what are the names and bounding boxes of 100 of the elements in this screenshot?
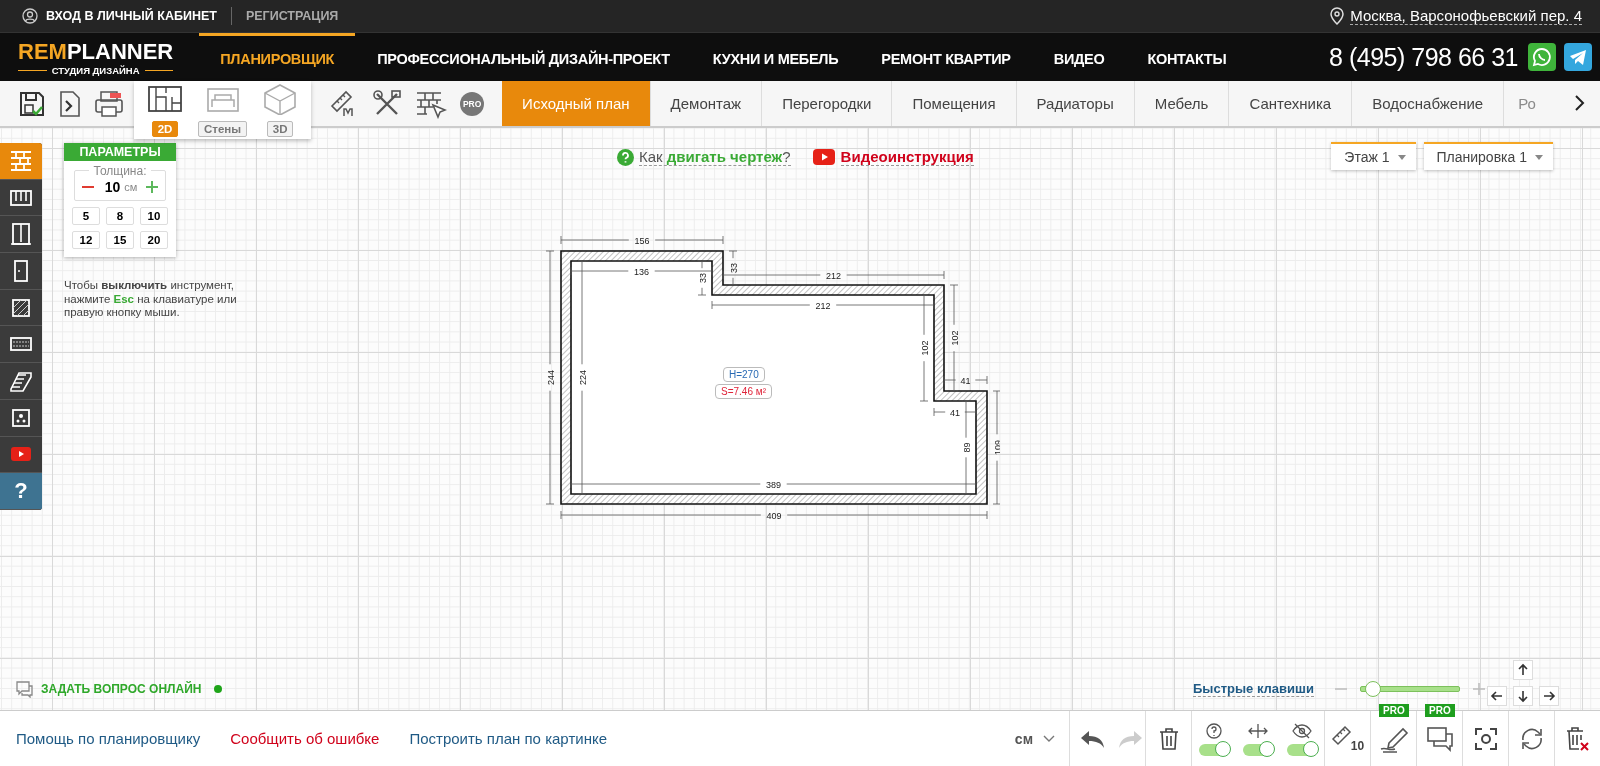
unit-label: см [124,181,138,193]
tool-button[interactable] [0,363,42,400]
window-icon [9,222,33,247]
panel-title: ПАРАМЕТРЫ [64,143,176,161]
dimension-label: 409 [766,510,782,521]
pro-badge: PRO [1425,704,1455,717]
document-arrow-button[interactable] [59,89,81,118]
stage-tab[interactable]: Радиаторы [1016,81,1135,126]
logo-tagline: СТУДИЯ ДИЗАЙНА [18,65,174,76]
pro-badge[interactable]: PRO [460,91,485,116]
zoom-slider[interactable] [1359,681,1460,697]
logo-wordmark[interactable]: REMPLANNER [18,38,174,65]
nav-link[interactable]: РЕМОНТ КВАРТИР [860,33,1032,81]
dimension-label: 244 [545,370,556,385]
preset-button[interactable]: 12 [72,231,100,249]
chat-icon [14,680,34,698]
blueprint-icon [146,83,184,115]
nav-link[interactable]: ПРОФЕССИОНАЛЬНЫЙ ДИЗАЙН-ПРОЕКТ [356,33,691,81]
preset-button[interactable]: 15 [106,231,134,249]
eye-crossed-icon [1291,721,1313,740]
floor-dropdown[interactable]: Планировка 1 [1423,142,1553,170]
slider-thumb[interactable] [1364,681,1381,697]
units-dropdown[interactable]: см [1014,711,1069,766]
dimension-label: 89 [961,442,972,453]
preset-button[interactable]: 10 [140,207,168,225]
telegram-icon[interactable] [1564,43,1592,71]
pro-badge: PRO [1379,704,1409,717]
footer-link[interactable]: Построить план по картинке [409,730,607,747]
view-mode-tab[interactable]: 3D [266,121,294,137]
dimension-label: 102 [949,330,960,346]
nav-link[interactable]: ВИДЕО [1032,33,1126,81]
dimension-label: 33 [728,263,739,273]
preset-button[interactable]: 20 [140,231,168,249]
arrow-left-icon[interactable] [1490,689,1504,703]
tool-button[interactable] [0,253,42,290]
instruction-text: Чтобы выключить инструмент, нажмите Esc на клавиатуре или правую кнопку мыши. [64,279,238,320]
tool-button[interactable] [0,399,42,437]
user-icon [22,8,38,24]
dimension-label: 41 [960,375,971,386]
toggle-switch[interactable] [1243,743,1273,756]
footer-link[interactable]: Помощь по планировщику [16,730,201,747]
arrow-right-icon[interactable] [1542,689,1556,703]
dimension-label: 156 [634,235,650,246]
dimension-label: 102 [919,340,930,356]
preset-button[interactable]: 8 [106,207,134,225]
address-link[interactable]: Москва, Варсонофьевский пер. 4 [1350,7,1582,25]
tool-button[interactable]: ? [0,473,42,510]
thickness-value[interactable]: 10 [104,179,121,195]
footer-link[interactable]: Сообщить об ошибке [230,730,380,747]
chevron-right-icon[interactable] [1574,94,1586,112]
arrow-up-icon[interactable] [1516,663,1530,677]
stage-tab[interactable]: Сантехника [1229,81,1353,126]
toggle-switch[interactable] [1199,743,1229,756]
stage-tab[interactable]: Помещения [892,81,1017,126]
question-circle-icon [1205,721,1223,740]
register-link[interactable]: РЕГИСТРАЦИЯ [245,9,339,23]
dimension-label: 212 [815,300,831,311]
tool-button[interactable] [0,143,42,180]
dimension-label: 212 [826,270,841,281]
stage-tab[interactable]: Перегородки [762,81,893,126]
arrow-down-icon[interactable] [1516,689,1530,703]
tool-button[interactable] [0,179,42,217]
question-icon [617,148,634,166]
dimension-label: 33 [697,273,708,283]
dimension-label: 136 [634,266,649,277]
tool-button[interactable] [0,326,42,364]
width-arrows-icon [1247,721,1269,740]
room-height-label: H=270 [723,367,765,382]
video-link[interactable]: Видеоинструкция [840,148,974,166]
view-mode-tab[interactable]: Стены [198,121,248,137]
tool-button[interactable] [0,216,42,254]
shortcuts-link[interactable]: Быстрые клавиши [1193,681,1314,697]
help-link[interactable]: Как двигать чертеж? [639,148,791,166]
stage-tab[interactable]: Водоснабжение [1352,81,1505,126]
printer-button[interactable] [94,89,124,118]
focus-frame-icon[interactable] [1473,726,1498,751]
stage-tab[interactable]: Мебель [1134,81,1230,126]
nav-link[interactable]: КУХНИ И МЕБЕЛЬ [691,33,860,81]
tool-button[interactable] [0,289,42,327]
login-link[interactable]: ВХОД В ЛИЧНЫЙ КАБИНЕТ [22,8,217,24]
stage-tab[interactable]: Демонтаж [650,81,763,126]
ruler-value: 10 [1350,738,1365,753]
chevron-down-icon [1043,734,1055,743]
toggle-switch[interactable] [1287,743,1317,756]
room-area-label: S=7.46 м² [715,384,772,399]
caret-down-icon [1397,154,1406,160]
preset-button[interactable]: 5 [72,207,100,225]
floppy-disk-button[interactable] [18,89,46,118]
floor-dropdown[interactable]: Этаж 1 [1331,142,1416,170]
dimension-label: 389 [766,479,781,490]
phone-number[interactable]: 8 (495) 798 66 31 [1329,42,1518,72]
dimension-label: 109 [992,440,1000,455]
map-pin-icon [1330,7,1345,25]
whatsapp-icon[interactable] [1528,43,1556,71]
trash-icon[interactable] [1157,726,1180,751]
dimension-label: 41 [950,407,960,418]
chat-bubbles-icon[interactable] [1425,725,1454,752]
trash-cross-icon[interactable] [1564,725,1591,752]
field-label: Толщина: [89,164,151,178]
nav-link[interactable]: КОНТАКТЫ [1126,33,1248,81]
